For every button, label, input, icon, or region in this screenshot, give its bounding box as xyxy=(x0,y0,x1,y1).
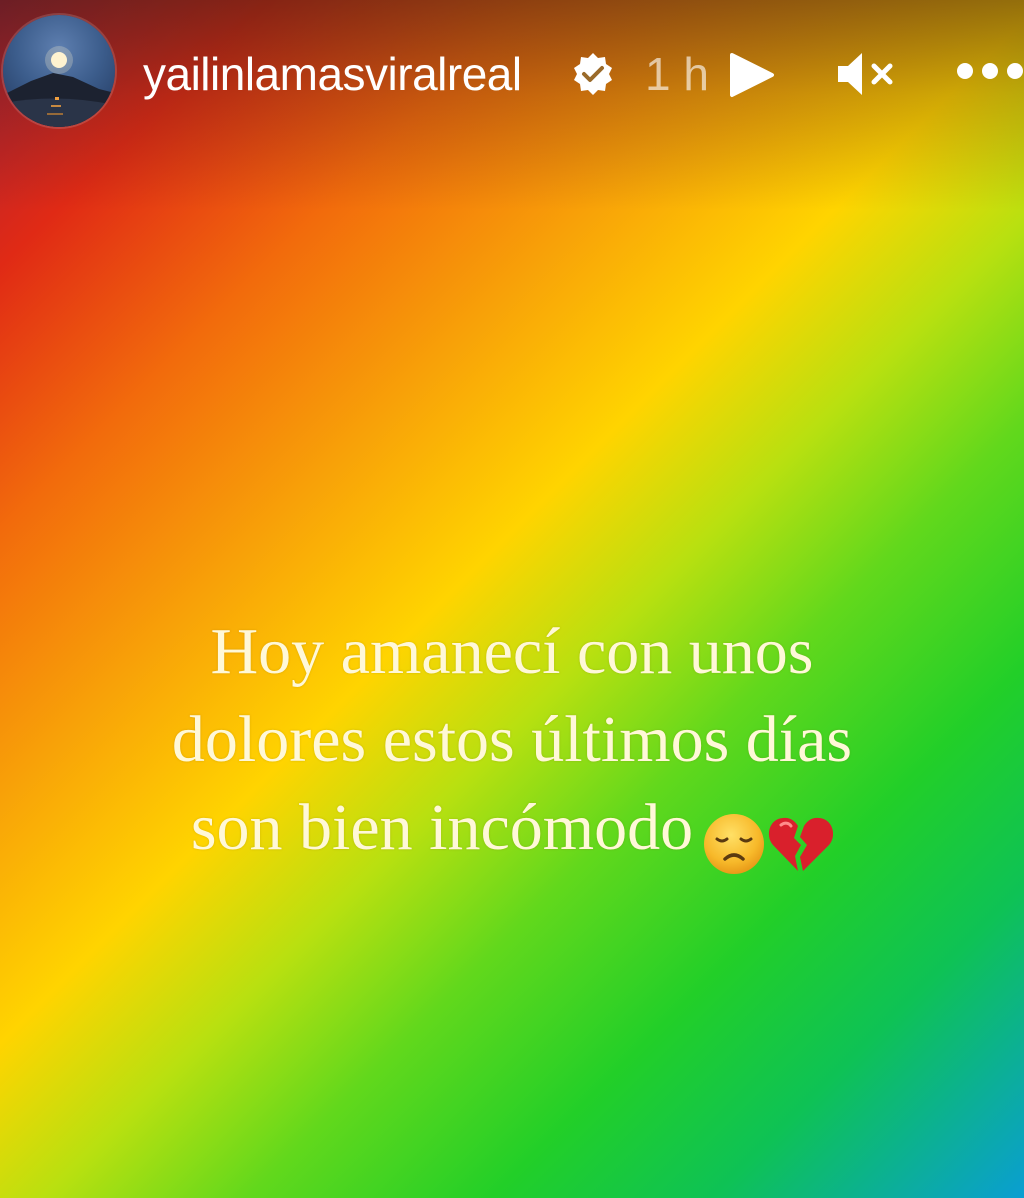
caption-line-3: son bien incómodo xyxy=(62,784,962,882)
story-viewer[interactable]: yailinlamasviralreal 1 h Hoy amanecí con… xyxy=(0,0,1024,1198)
caption-line-3-text: son bien incómodo xyxy=(190,791,694,864)
more-options-icon[interactable] xyxy=(955,56,1024,86)
disappointed-face-emoji xyxy=(704,813,765,874)
verified-badge-icon xyxy=(570,51,616,97)
muted-speaker-icon[interactable] xyxy=(836,50,896,98)
play-icon[interactable] xyxy=(726,52,776,98)
story-caption: Hoy amanecí con unos dolores estos últim… xyxy=(62,608,962,882)
story-time-ago: 1 h xyxy=(645,48,709,100)
username-link[interactable]: yailinlamasviralreal xyxy=(143,44,522,104)
story-header: yailinlamasviralreal 1 h xyxy=(0,0,1024,150)
caption-emojis xyxy=(701,794,834,882)
caption-line-1: Hoy amanecí con unos xyxy=(210,615,814,688)
avatar[interactable] xyxy=(3,15,115,127)
broken-heart-emoji xyxy=(769,817,834,871)
caption-line-2: dolores estos últimos días xyxy=(171,703,853,776)
